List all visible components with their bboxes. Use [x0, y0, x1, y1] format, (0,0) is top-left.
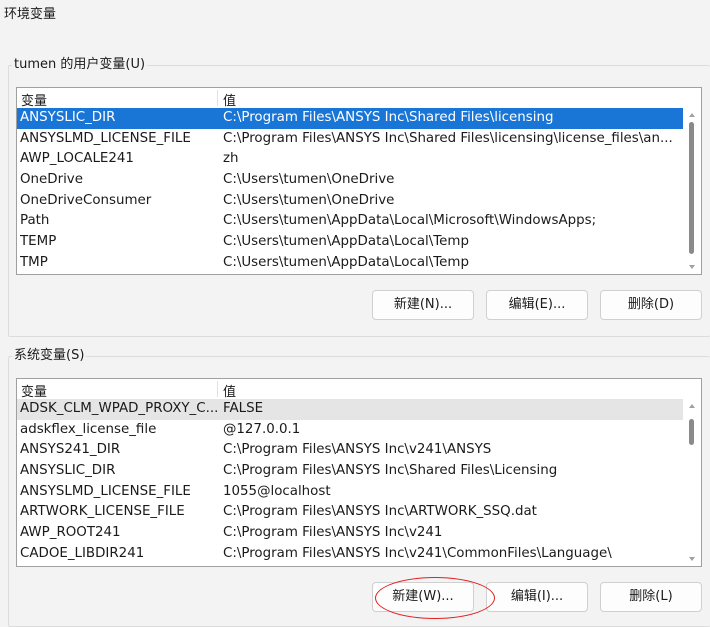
- list-row[interactable]: ADSK_CLM_WPAD_PROXY_C... FALSE: [17, 399, 683, 420]
- variable-name: ADSK_CLM_WPAD_PROXY_C...: [20, 401, 217, 416]
- user-edit-button[interactable]: 编辑(E)...: [486, 290, 588, 320]
- system-list-scrollbar[interactable]: [683, 399, 701, 566]
- scroll-up-arrow-icon[interactable]: [689, 404, 695, 408]
- variable-value: C:\Program Files\ANSYS Inc\ARTWORK_SSQ.d…: [223, 504, 537, 520]
- variable-name: ANSYS241_DIR: [20, 442, 121, 458]
- column-header-variable[interactable]: 变量: [21, 90, 47, 109]
- list-row[interactable]: TMP C:\Users\tumen\AppData\Local\Temp: [17, 253, 701, 274]
- variable-name: ANSYSLMD_LICENSE_FILE: [20, 483, 191, 499]
- list-header: 变量 值: [17, 379, 701, 400]
- system-variables-rows: ADSK_CLM_WPAD_PROXY_C... FALSE adskflex_li…: [17, 399, 701, 565]
- variable-name: Path: [20, 213, 50, 229]
- variable-value: C:\Program Files\ANSYS Inc\Shared Files\…: [223, 463, 558, 479]
- list-row[interactable]: ANSYSLIC_DIR C:\Program Files\ANSYS Inc\S…: [17, 108, 683, 129]
- variable-name: AWP_ROOT241: [20, 525, 121, 541]
- scroll-down-arrow-icon[interactable]: [689, 265, 695, 269]
- variable-value: C:\Users\tumen\AppData\Local\Microsoft\W…: [223, 213, 597, 229]
- scroll-thumb[interactable]: [689, 419, 694, 445]
- system-variables-label: 系统变量(S): [12, 348, 87, 364]
- list-row[interactable]: ANSYSLIC_DIR C:\Program Files\ANSYS Inc\S…: [17, 461, 701, 482]
- variable-value: FALSE: [223, 401, 264, 416]
- variable-name: ANSYSLIC_DIR: [20, 110, 116, 125]
- variable-name: TMP: [20, 254, 48, 270]
- variable-value: @127.0.0.1: [223, 421, 301, 437]
- variable-name: ANSYSLIC_DIR: [20, 463, 116, 479]
- system-new-button[interactable]: 新建(W)...: [372, 582, 474, 612]
- scroll-up-arrow-icon[interactable]: [689, 113, 695, 117]
- list-row[interactable]: CADOE_LIBDIR241 C:\Program Files\ANSYS In…: [17, 544, 701, 565]
- system-variables-list[interactable]: 变量 值 ADSK_CLM_WPAD_PROXY_C... FALSE adskfl…: [16, 378, 702, 567]
- user-list-scrollbar[interactable]: [683, 108, 701, 274]
- variable-value: C:\Program Files\ANSYS Inc\v241: [223, 525, 443, 541]
- user-delete-button[interactable]: 删除(D): [600, 290, 702, 320]
- list-row[interactable]: AWP_ROOT241 C:\Program Files\ANSYS Inc\v2…: [17, 523, 701, 544]
- variable-value: C:\Users\tumen\AppData\Local\Temp: [223, 254, 469, 270]
- list-row[interactable]: adskflex_license_file @127.0.0.1: [17, 420, 701, 441]
- variable-value: C:\Users\tumen\AppData\Local\Temp: [223, 234, 469, 250]
- list-row[interactable]: OneDriveConsumer C:\Users\tumen\OneDrive: [17, 191, 701, 212]
- system-edit-button[interactable]: 编辑(I)...: [486, 582, 588, 612]
- variable-name: CADOE_LIBDIR241: [20, 545, 145, 561]
- window-title: 环境变量: [4, 7, 57, 22]
- variable-value: C:\Program Files\ANSYS Inc\Shared Files\…: [223, 130, 673, 146]
- variable-name: OneDrive: [20, 172, 83, 188]
- list-row[interactable]: TEMP C:\Users\tumen\AppData\Local\Temp: [17, 232, 701, 253]
- list-row[interactable]: ARTWORK_LICENSE_FILE C:\Program Files\ANS…: [17, 502, 701, 523]
- variable-name: AWP_LOCALE241: [20, 151, 134, 167]
- variable-name: adskflex_license_file: [20, 421, 157, 437]
- list-row[interactable]: AWP_LOCALE241 zh: [17, 149, 701, 170]
- variable-value: 1055@localhost: [223, 483, 331, 499]
- variable-value: C:\Program Files\ANSYS Inc\v241\CommonFi…: [223, 545, 612, 561]
- variable-value: C:\Program Files\ANSYS Inc\v241\ANSYS: [223, 442, 492, 458]
- scroll-down-arrow-icon[interactable]: [689, 557, 695, 561]
- scroll-thumb[interactable]: [689, 122, 694, 254]
- column-header-value[interactable]: 值: [223, 381, 236, 400]
- user-new-button[interactable]: 新建(N)...: [372, 290, 474, 320]
- user-variables-list[interactable]: 变量 值 ANSYSLIC_DIR C:\Program Files\ANSYS …: [16, 87, 702, 275]
- user-variables-label: tumen 的用户变量(U): [12, 57, 148, 73]
- list-row[interactable]: OneDrive C:\Users\tumen\OneDrive: [17, 170, 701, 191]
- variable-value: C:\Program Files\ANSYS Inc\Shared Files\…: [223, 110, 554, 125]
- user-variables-rows: ANSYSLIC_DIR C:\Program Files\ANSYS Inc\S…: [17, 108, 701, 274]
- variable-name: ANSYSLMD_LICENSE_FILE: [20, 130, 191, 146]
- list-row[interactable]: ANSYSLMD_LICENSE_FILE 1055@localhost: [17, 482, 701, 503]
- variable-value: zh: [223, 151, 239, 167]
- list-header: 变量 值: [17, 88, 701, 109]
- variable-name: OneDriveConsumer: [20, 192, 152, 208]
- variable-value: C:\Users\tumen\OneDrive: [223, 192, 395, 208]
- list-row[interactable]: Path C:\Users\tumen\AppData\Local\Microso…: [17, 211, 701, 232]
- variable-value: C:\Users\tumen\OneDrive: [223, 172, 395, 188]
- list-row[interactable]: ANSYSLMD_LICENSE_FILE C:\Program Files\AN…: [17, 129, 701, 150]
- column-header-variable[interactable]: 变量: [21, 381, 47, 400]
- system-delete-button[interactable]: 删除(L): [600, 582, 702, 612]
- list-row[interactable]: ANSYS241_DIR C:\Program Files\ANSYS Inc\v…: [17, 440, 701, 461]
- variable-name: ARTWORK_LICENSE_FILE: [20, 504, 185, 520]
- column-header-value[interactable]: 值: [223, 90, 236, 109]
- variable-name: TEMP: [20, 234, 57, 250]
